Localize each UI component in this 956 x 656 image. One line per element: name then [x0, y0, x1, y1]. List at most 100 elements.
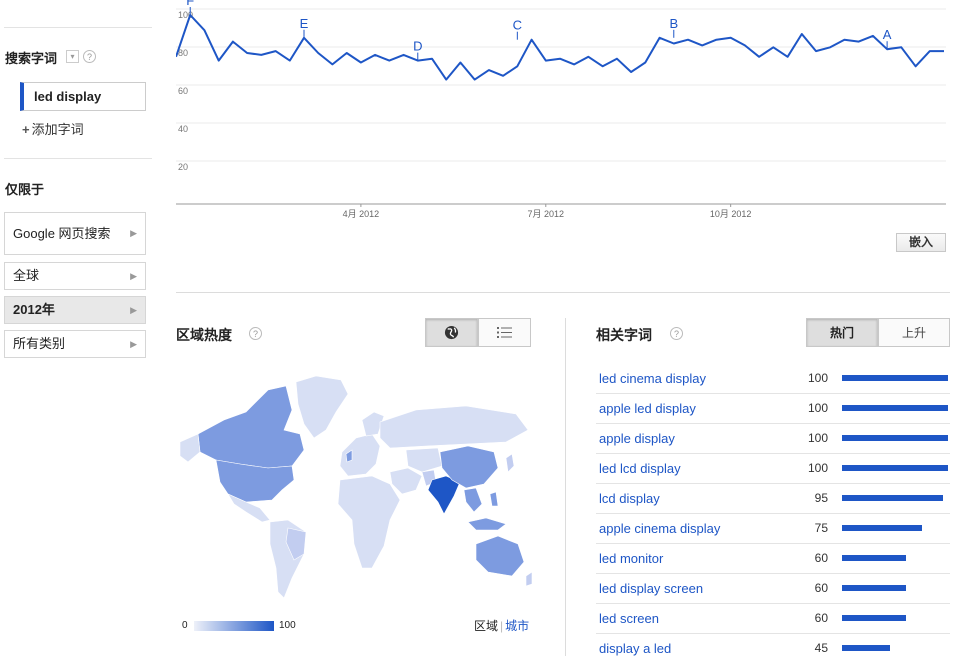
related-term-value: 100 [807, 371, 828, 385]
map-region-russia[interactable] [379, 405, 529, 449]
x-tick-label: 10月 2012 [710, 209, 752, 219]
related-term-link[interactable]: led screen [599, 611, 659, 626]
annotation-d: D [413, 39, 422, 54]
help-icon[interactable]: ? [670, 327, 683, 340]
map-region-new-zealand[interactable] [525, 571, 533, 587]
related-term-link[interactable]: led cinema display [599, 371, 706, 386]
chevron-right-icon: ▶ [130, 228, 137, 238]
related-term-bar [842, 465, 948, 471]
list-icon [497, 327, 512, 338]
tab-rising[interactable]: 上升 [878, 318, 950, 347]
related-terms-list: led cinema display 100 apple led display 10… [596, 364, 950, 656]
list-item[interactable]: lcd display 95 [596, 484, 950, 514]
line-chart: 100806040204月 2012 7月 2012 10月 2012FEDC BA [175, 0, 946, 219]
list-item[interactable]: apple display 100 [596, 424, 950, 454]
list-item[interactable]: led monitor 60 [596, 544, 950, 574]
divider [176, 292, 950, 293]
filter-region[interactable]: 全球 ▶ [4, 262, 146, 290]
filter-category[interactable]: 所有类别 ▶ [4, 330, 146, 358]
x-tick-label: 7月 2012 [528, 209, 565, 219]
filter-time[interactable]: 2012年 ▶ [4, 296, 146, 324]
map-region-indonesia[interactable] [467, 517, 507, 531]
region-link[interactable]: 区域 [474, 619, 498, 633]
region-title: 区域热度 [176, 327, 232, 343]
related-term-bar [842, 525, 922, 531]
related-term-link[interactable]: display a led [599, 641, 671, 656]
related-tabs: 热门 上升 [806, 318, 950, 347]
add-term-link[interactable]: + 添加字词 [22, 119, 84, 138]
related-term-bar [842, 495, 943, 501]
related-term-value: 100 [807, 431, 828, 445]
map-region-middle-east[interactable] [389, 467, 423, 495]
search-term-led-display[interactable]: led display [20, 82, 146, 111]
related-term-value: 95 [814, 491, 828, 505]
embed-button[interactable]: 嵌入 [896, 233, 946, 252]
tab-top[interactable]: 热门 [806, 318, 878, 347]
map-region-australia[interactable] [475, 535, 525, 577]
map-region-philippines[interactable] [489, 491, 499, 507]
globe-icon [444, 325, 459, 340]
related-term-link[interactable]: apple display [599, 431, 675, 446]
limit-heading: 仅限于 [5, 182, 45, 197]
y-tick-label: 20 [178, 162, 188, 172]
related-term-link[interactable]: led display screen [599, 581, 703, 596]
annotation-b: B [669, 16, 678, 31]
divider [565, 318, 566, 656]
add-term-label: 添加字词 [31, 122, 84, 137]
map-region-africa[interactable] [337, 475, 401, 569]
annotation-f: F [186, 0, 194, 8]
city-link[interactable]: 城市 [505, 619, 529, 633]
sidebar: 搜索字词 ▾ ? led display + 添加字词 仅限于 Google 网页… [0, 0, 156, 656]
list-item[interactable]: display a led 45 [596, 634, 950, 656]
help-icon[interactable]: ? [249, 327, 262, 340]
map-view-button[interactable] [425, 318, 478, 347]
list-view-button[interactable] [478, 318, 531, 347]
map-region-alaska[interactable] [179, 433, 201, 463]
related-term-value: 100 [807, 461, 828, 475]
related-term-value: 100 [807, 401, 828, 415]
map-region-canada[interactable] [197, 385, 305, 469]
plus-icon: + [22, 122, 30, 137]
related-term-link[interactable]: apple cinema display [599, 521, 720, 536]
chevron-right-icon: ▶ [130, 304, 137, 315]
list-item[interactable]: led lcd display 100 [596, 454, 950, 484]
list-item[interactable]: apple led display 100 [596, 394, 950, 424]
related-term-bar [842, 615, 906, 621]
related-term-bar [842, 405, 948, 411]
view-toggle [425, 318, 531, 347]
search-terms-heading: 搜索字词 [5, 51, 58, 66]
divider [4, 158, 152, 159]
list-item[interactable]: led display screen 60 [596, 574, 950, 604]
map-region-southeast-asia[interactable] [463, 487, 483, 513]
list-item[interactable]: led cinema display 100 [596, 364, 950, 394]
related-term-bar [842, 645, 890, 651]
y-tick-label: 60 [178, 86, 188, 96]
x-tick-label: 4月 2012 [343, 209, 380, 219]
map-region-japan[interactable] [505, 453, 515, 473]
related-term-value: 60 [814, 581, 828, 595]
help-icon[interactable]: ? [83, 50, 96, 63]
related-term-link[interactable]: led lcd display [599, 461, 681, 476]
filter-label: 全球 [13, 268, 40, 283]
filter-search-type[interactable]: Google 网页搜索 ▶ [4, 212, 146, 255]
related-term-bar [842, 375, 948, 381]
filter-label: Google 网页搜索 [13, 225, 111, 241]
dropdown-icon[interactable]: ▾ [66, 50, 79, 63]
map-region-central-asia[interactable] [405, 447, 443, 473]
related-term-link[interactable]: led monitor [599, 551, 663, 566]
map-region-greenland[interactable] [295, 375, 349, 439]
related-term-value: 45 [814, 641, 828, 655]
list-item[interactable]: led screen 60 [596, 604, 950, 634]
related-term-bar [842, 435, 948, 441]
related-term-bar [842, 555, 906, 561]
legend-min-label: 0 [182, 620, 188, 631]
related-term-link[interactable]: lcd display [599, 491, 660, 506]
chevron-right-icon: ▶ [130, 270, 137, 281]
legend-max-label: 100 [279, 620, 296, 631]
interest-over-time-chart: 100 80 60 40 20 4月 2012 7月 2012 10月 2012 F E D C B A [175, 0, 946, 225]
list-item[interactable]: apple cinema display 75 [596, 514, 950, 544]
chevron-right-icon: ▶ [130, 338, 137, 349]
related-term-link[interactable]: apple led display [599, 401, 696, 416]
divider [4, 27, 152, 28]
link-separator: | [500, 619, 504, 633]
